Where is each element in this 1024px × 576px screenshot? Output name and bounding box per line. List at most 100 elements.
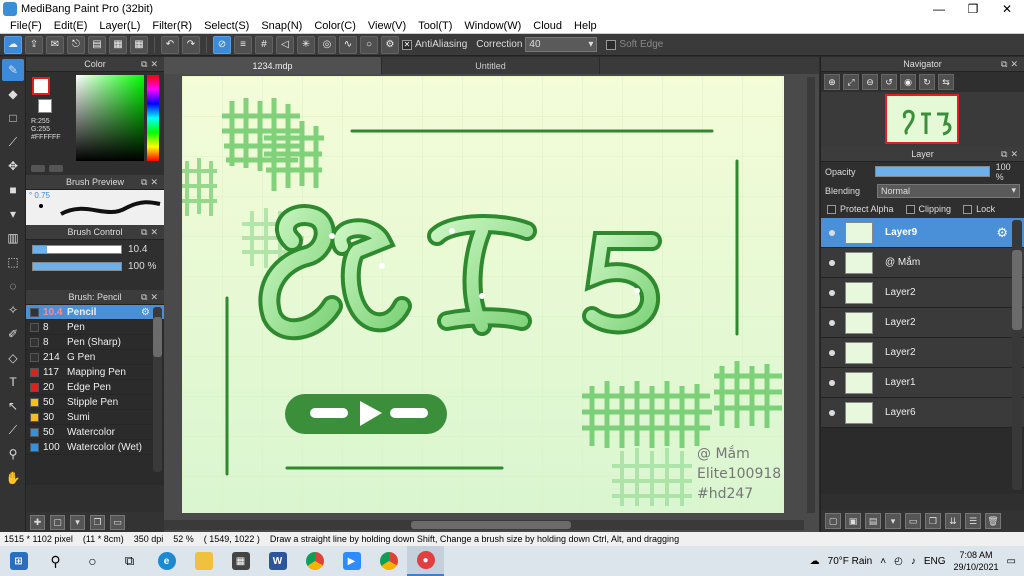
panel-window-icons[interactable]: ⧉✕ xyxy=(141,59,161,70)
fit-icon[interactable]: ⤢ xyxy=(843,74,859,90)
menu-edit[interactable]: Edit(E) xyxy=(48,20,94,32)
color-mode-button[interactable] xyxy=(31,165,45,172)
layer-item[interactable]: Layer2 xyxy=(821,308,1024,338)
layer-gear-icon[interactable]: ⚙ xyxy=(996,225,1008,241)
layer-item[interactable]: Layer1 xyxy=(821,368,1024,398)
copy-brush-icon[interactable]: ❐ xyxy=(90,514,105,530)
menu-snap[interactable]: Snap(N) xyxy=(255,20,308,32)
network-icon[interactable]: ◴ xyxy=(894,556,903,567)
rotate-left-icon[interactable]: ↺ xyxy=(881,74,897,90)
new-layer-icon[interactable]: ▢ xyxy=(825,513,841,529)
navigator-thumbnail[interactable] xyxy=(885,94,959,144)
language-indicator[interactable]: ENG xyxy=(924,556,946,567)
brush-item[interactable]: 117 Mapping Pen xyxy=(26,365,164,380)
brush-item[interactable]: 50 Watercolor xyxy=(26,425,164,440)
cortana-button[interactable]: ○ xyxy=(74,546,111,576)
menu-tool[interactable]: Tool(T) xyxy=(412,20,458,32)
redo-icon[interactable]: ↷ xyxy=(182,35,200,54)
snap-curve-icon[interactable]: ∿ xyxy=(339,35,357,54)
menu-color[interactable]: Color(C) xyxy=(308,20,362,32)
panel-window-icons[interactable]: ⧉✕ xyxy=(141,177,161,188)
upload-icon[interactable]: ⇪ xyxy=(25,35,43,54)
background-color-swatch[interactable] xyxy=(38,99,52,113)
lasso-tool-icon[interactable]: ◌ xyxy=(2,275,24,297)
delete-layer-icon[interactable]: 🗑 xyxy=(985,513,1001,529)
hand-tool-icon[interactable]: ✋ xyxy=(2,467,24,489)
weather-icon[interactable]: ☁ xyxy=(810,556,820,567)
bucket-tool-icon[interactable]: ▾ xyxy=(2,203,24,225)
grid-alt-icon[interactable]: ▦ xyxy=(130,35,148,54)
layer-list-scrollbar[interactable] xyxy=(1012,220,1022,490)
menu-window[interactable]: Window(W) xyxy=(458,20,527,32)
layer-item[interactable]: Layer9 ⚙ xyxy=(821,218,1024,248)
foreground-color-swatch[interactable] xyxy=(32,77,50,95)
drawing-canvas[interactable]: @ Mắm Elite100918 #hd247 xyxy=(182,76,784,513)
brush-opacity-slider[interactable] xyxy=(32,262,122,271)
canvas-vertical-scrollbar[interactable] xyxy=(807,77,815,513)
clipping-toggle[interactable]: Clipping xyxy=(905,204,951,214)
text-tool-icon[interactable]: T xyxy=(2,371,24,393)
panel-window-icons[interactable]: ⧉✕ xyxy=(1001,59,1021,70)
eyedropper-icon[interactable]: ⚲ xyxy=(2,443,24,465)
visibility-eye-icon[interactable] xyxy=(825,376,839,390)
cloud-icon[interactable]: ☁ xyxy=(4,35,22,54)
tab-1234-mdp[interactable]: 1234.mdp xyxy=(164,57,382,74)
brush-tool-icon[interactable]: ✎ xyxy=(2,59,24,81)
chevron-up-icon[interactable]: ˄ xyxy=(880,556,886,567)
select-tool-icon[interactable]: ⬚ xyxy=(2,251,24,273)
grid-icon[interactable]: ▦ xyxy=(109,35,127,54)
menu-file[interactable]: File(F) xyxy=(4,20,48,32)
taskbar-word[interactable]: W xyxy=(259,546,296,576)
layer-item[interactable]: Layer2 xyxy=(821,278,1024,308)
navigator-view[interactable] xyxy=(821,92,1024,147)
scroll-thumb[interactable] xyxy=(153,317,162,357)
minimize-button[interactable]: — xyxy=(922,2,956,16)
brush-item[interactable]: 10.4 Pencil ⚙ xyxy=(26,305,164,320)
restore-button[interactable]: ❐ xyxy=(956,2,990,16)
panel-window-icons[interactable]: ⧉✕ xyxy=(141,227,161,238)
merge-down-icon[interactable]: ⇊ xyxy=(945,513,961,529)
visibility-eye-icon[interactable] xyxy=(825,226,839,240)
task-view-button[interactable]: ⧉ xyxy=(111,546,148,576)
brush-item[interactable]: 50 Stipple Pen xyxy=(26,395,164,410)
shape-tool-icon[interactable]: □ xyxy=(2,107,24,129)
menu-select[interactable]: Select(S) xyxy=(198,20,255,32)
divide-tool-icon[interactable]: ⟋ xyxy=(2,419,24,441)
eraser-tool-icon[interactable]: ◆ xyxy=(2,83,24,105)
soft-edge-toggle[interactable]: Soft Edge xyxy=(606,39,663,50)
document-icon[interactable]: ▤ xyxy=(88,35,106,54)
soft-edge-checkbox[interactable] xyxy=(606,39,617,50)
taskbar-chrome-2[interactable] xyxy=(370,546,407,576)
snap-circle-icon[interactable]: ◎ xyxy=(318,35,336,54)
menu-help[interactable]: Help xyxy=(568,20,603,32)
blending-select[interactable]: Normal ▾ xyxy=(877,183,1020,198)
volume-icon[interactable]: ♪ xyxy=(911,556,916,567)
taskbar-edge[interactable]: e xyxy=(148,546,185,576)
clipping-checkbox[interactable] xyxy=(905,204,915,214)
menu-cloud[interactable]: Cloud xyxy=(527,20,568,32)
layer-opacity-slider[interactable] xyxy=(874,166,990,177)
select-eraser-icon[interactable]: ◇ xyxy=(2,347,24,369)
menu-filter[interactable]: Filter(R) xyxy=(146,20,198,32)
visibility-eye-icon[interactable] xyxy=(825,346,839,360)
hue-slider[interactable] xyxy=(147,75,159,161)
taskbar-store[interactable]: ▦ xyxy=(222,546,259,576)
start-button[interactable]: ⊞ xyxy=(0,546,37,576)
gradient-tool-icon[interactable]: ▥ xyxy=(2,227,24,249)
snap-vanish-icon[interactable]: ◁ xyxy=(276,35,294,54)
brush-item[interactable]: 8 Pen xyxy=(26,320,164,335)
clock[interactable]: 7:08 AM 29/10/2021 xyxy=(954,549,999,573)
snap-ellipse-icon[interactable]: ○ xyxy=(360,35,378,54)
color-mode-button[interactable] xyxy=(49,165,63,172)
move-tool-icon[interactable]: ✥ xyxy=(2,155,24,177)
snap-radial-icon[interactable]: ✳ xyxy=(297,35,315,54)
brush-menu-icon[interactable]: ▾ xyxy=(70,514,85,530)
lock-checkbox[interactable] xyxy=(963,204,973,214)
zoom-in-icon[interactable]: ⊕ xyxy=(824,74,840,90)
taskbar-chrome[interactable] xyxy=(296,546,333,576)
canvas-horizontal-scrollbar[interactable] xyxy=(164,520,804,530)
brush-item[interactable]: 8 Pen (Sharp) xyxy=(26,335,164,350)
magic-wand-icon[interactable]: ✧ xyxy=(2,299,24,321)
visibility-eye-icon[interactable] xyxy=(825,286,839,300)
visibility-eye-icon[interactable] xyxy=(825,256,839,270)
